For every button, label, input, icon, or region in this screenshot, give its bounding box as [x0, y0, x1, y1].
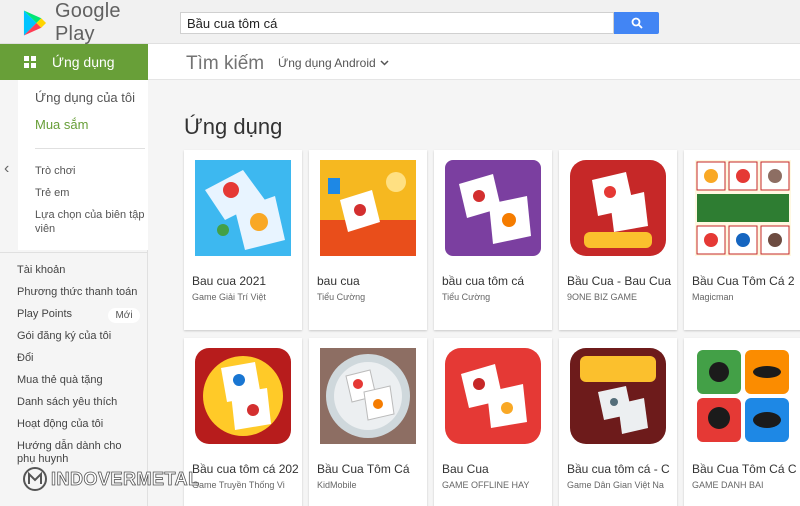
- search-input-value: Bầu cua tôm cá: [187, 15, 278, 31]
- search-icon: [631, 17, 643, 29]
- app-icon: [570, 160, 666, 256]
- brand-name: Google Play: [55, 0, 121, 45]
- app-icon: [320, 160, 416, 256]
- divider: [35, 148, 145, 149]
- app-icon: [445, 160, 541, 256]
- category-dropdown[interactable]: Ứng dụng Android: [278, 56, 389, 70]
- sidebar-item-shop[interactable]: Mua sắm: [35, 117, 88, 132]
- app-icon: [195, 348, 291, 444]
- app-card[interactable]: Bau cua 2021 Game Giải Trí Việt: [184, 150, 302, 330]
- sidebar-item-play-points[interactable]: Play Points: [17, 308, 72, 320]
- sidebar-item-my-apps[interactable]: Ứng dụng của tôi: [35, 90, 135, 105]
- sidebar-item-account[interactable]: Tài khoản: [17, 264, 65, 276]
- app-developer[interactable]: KidMobile: [317, 480, 425, 490]
- sidebar-item-parent-guide[interactable]: Hướng dẫn dành cho phụ huynh: [17, 440, 142, 466]
- app-icon: [695, 160, 791, 256]
- app-title: Bầu Cua Tôm Cá 2: [692, 274, 795, 288]
- app-card[interactable]: Bầu Cua Tôm Cá C GAME DANH BAI: [684, 338, 800, 506]
- app-card[interactable]: bau cua Tiểu Cường: [309, 150, 427, 330]
- app-developer[interactable]: Magicman: [692, 292, 800, 302]
- category-dropdown-label: Ứng dụng Android: [278, 56, 376, 70]
- page-title: Tìm kiếm: [186, 53, 265, 74]
- app-title: Bau cua 2021: [192, 274, 267, 288]
- sidebar-item-apps[interactable]: Ứng dụng: [0, 44, 148, 80]
- app-developer[interactable]: GAME DANH BAI: [692, 480, 800, 490]
- app-card[interactable]: Bầu Cua Tôm Cá 2 Magicman: [684, 150, 800, 330]
- app-card[interactable]: bầu cua tôm cá Tiểu Cường: [434, 150, 552, 330]
- sub-header: Tìm kiếm Ứng dụng Android: [148, 44, 800, 80]
- collapse-sidebar-icon[interactable]: ‹: [4, 160, 9, 178]
- sidebar-item-games[interactable]: Trò chơi: [35, 164, 145, 178]
- app-developer[interactable]: Game Dân Gian Việt Na: [567, 480, 675, 490]
- app-icon: [570, 348, 666, 444]
- app-developer[interactable]: Game Truyền Thống Vi: [192, 480, 300, 490]
- apps-grid-icon: [24, 56, 36, 68]
- sidebar-item-subscriptions[interactable]: Gói đăng ký của tôi: [17, 330, 111, 342]
- app-title: Bầu cua tôm cá 202: [192, 462, 299, 476]
- sidebar: Ứng dụng Ứng dụng của tôi Mua sắm Trò ch…: [0, 44, 148, 506]
- main-content: Ứng dụng Bau cua 2021 Game Giải Trí Việt…: [148, 80, 800, 506]
- app-developer[interactable]: Tiểu Cường: [442, 292, 550, 302]
- app-card[interactable]: Bầu cua tôm cá - C Game Dân Gian Việt Na: [559, 338, 677, 506]
- app-title: Bầu Cua - Bau Cua: [567, 274, 672, 288]
- app-card[interactable]: Bầu Cua - Bau Cua 9ONE BIZ GAME: [559, 150, 677, 330]
- watermark: INDOVERMETAL: [22, 466, 200, 492]
- chevron-down-icon: [380, 60, 389, 66]
- search-input[interactable]: Bầu cua tôm cá: [180, 12, 614, 34]
- sidebar-item-editors-choice[interactable]: Lựa chọn của biên tập viên: [35, 208, 145, 236]
- search-button[interactable]: [614, 12, 659, 34]
- app-icon: [695, 348, 791, 444]
- app-icon: [445, 348, 541, 444]
- app-title: Bầu cua tôm cá - C: [567, 462, 670, 476]
- sidebar-item-payment-methods[interactable]: Phương thức thanh toán: [17, 286, 137, 298]
- watermark-text: INDOVERMETAL: [51, 468, 200, 489]
- app-icon: [320, 348, 416, 444]
- app-card[interactable]: Bầu cua tôm cá 202 Game Truyền Thống Vi: [184, 338, 302, 506]
- app-developer[interactable]: GAME OFFLINE HAY: [442, 480, 550, 490]
- app-card[interactable]: Bau Cua GAME OFFLINE HAY: [434, 338, 552, 506]
- top-bar: Google Play Bầu cua tôm cá: [0, 0, 800, 45]
- app-title: bầu cua tôm cá: [442, 274, 525, 288]
- sidebar-item-redeem[interactable]: Đổi: [17, 352, 34, 364]
- divider: [0, 252, 148, 253]
- app-developer[interactable]: Tiểu Cường: [317, 292, 425, 302]
- sidebar-item-kids[interactable]: Trẻ em: [35, 186, 145, 200]
- app-title: Bầu Cua Tôm Cá: [317, 462, 410, 476]
- app-developer[interactable]: Game Giải Trí Việt: [192, 292, 300, 302]
- play-logo-icon: [23, 10, 47, 36]
- app-card[interactable]: Bầu Cua Tôm Cá KidMobile: [309, 338, 427, 506]
- sidebar-item-apps-label: Ứng dụng: [52, 54, 115, 70]
- app-developer[interactable]: 9ONE BIZ GAME: [567, 292, 675, 302]
- google-play-logo[interactable]: Google Play: [22, 0, 162, 45]
- app-title: Bầu Cua Tôm Cá C: [692, 462, 797, 476]
- new-badge: Mới: [108, 308, 140, 323]
- watermark-logo-icon: [23, 467, 47, 491]
- app-title: bau cua: [317, 274, 360, 288]
- section-title: Ứng dụng: [184, 114, 283, 139]
- app-title: Bau Cua: [442, 462, 489, 476]
- sidebar-item-wishlist[interactable]: Danh sách yêu thích: [17, 396, 117, 408]
- sidebar-apps-submenu: Ứng dụng của tôi Mua sắm Trò chơi Trẻ em…: [18, 80, 148, 250]
- app-icon: [195, 160, 291, 256]
- sidebar-item-my-activity[interactable]: Hoạt động của tôi: [17, 418, 103, 430]
- sidebar-item-buy-gift-card[interactable]: Mua thẻ quà tặng: [17, 374, 103, 386]
